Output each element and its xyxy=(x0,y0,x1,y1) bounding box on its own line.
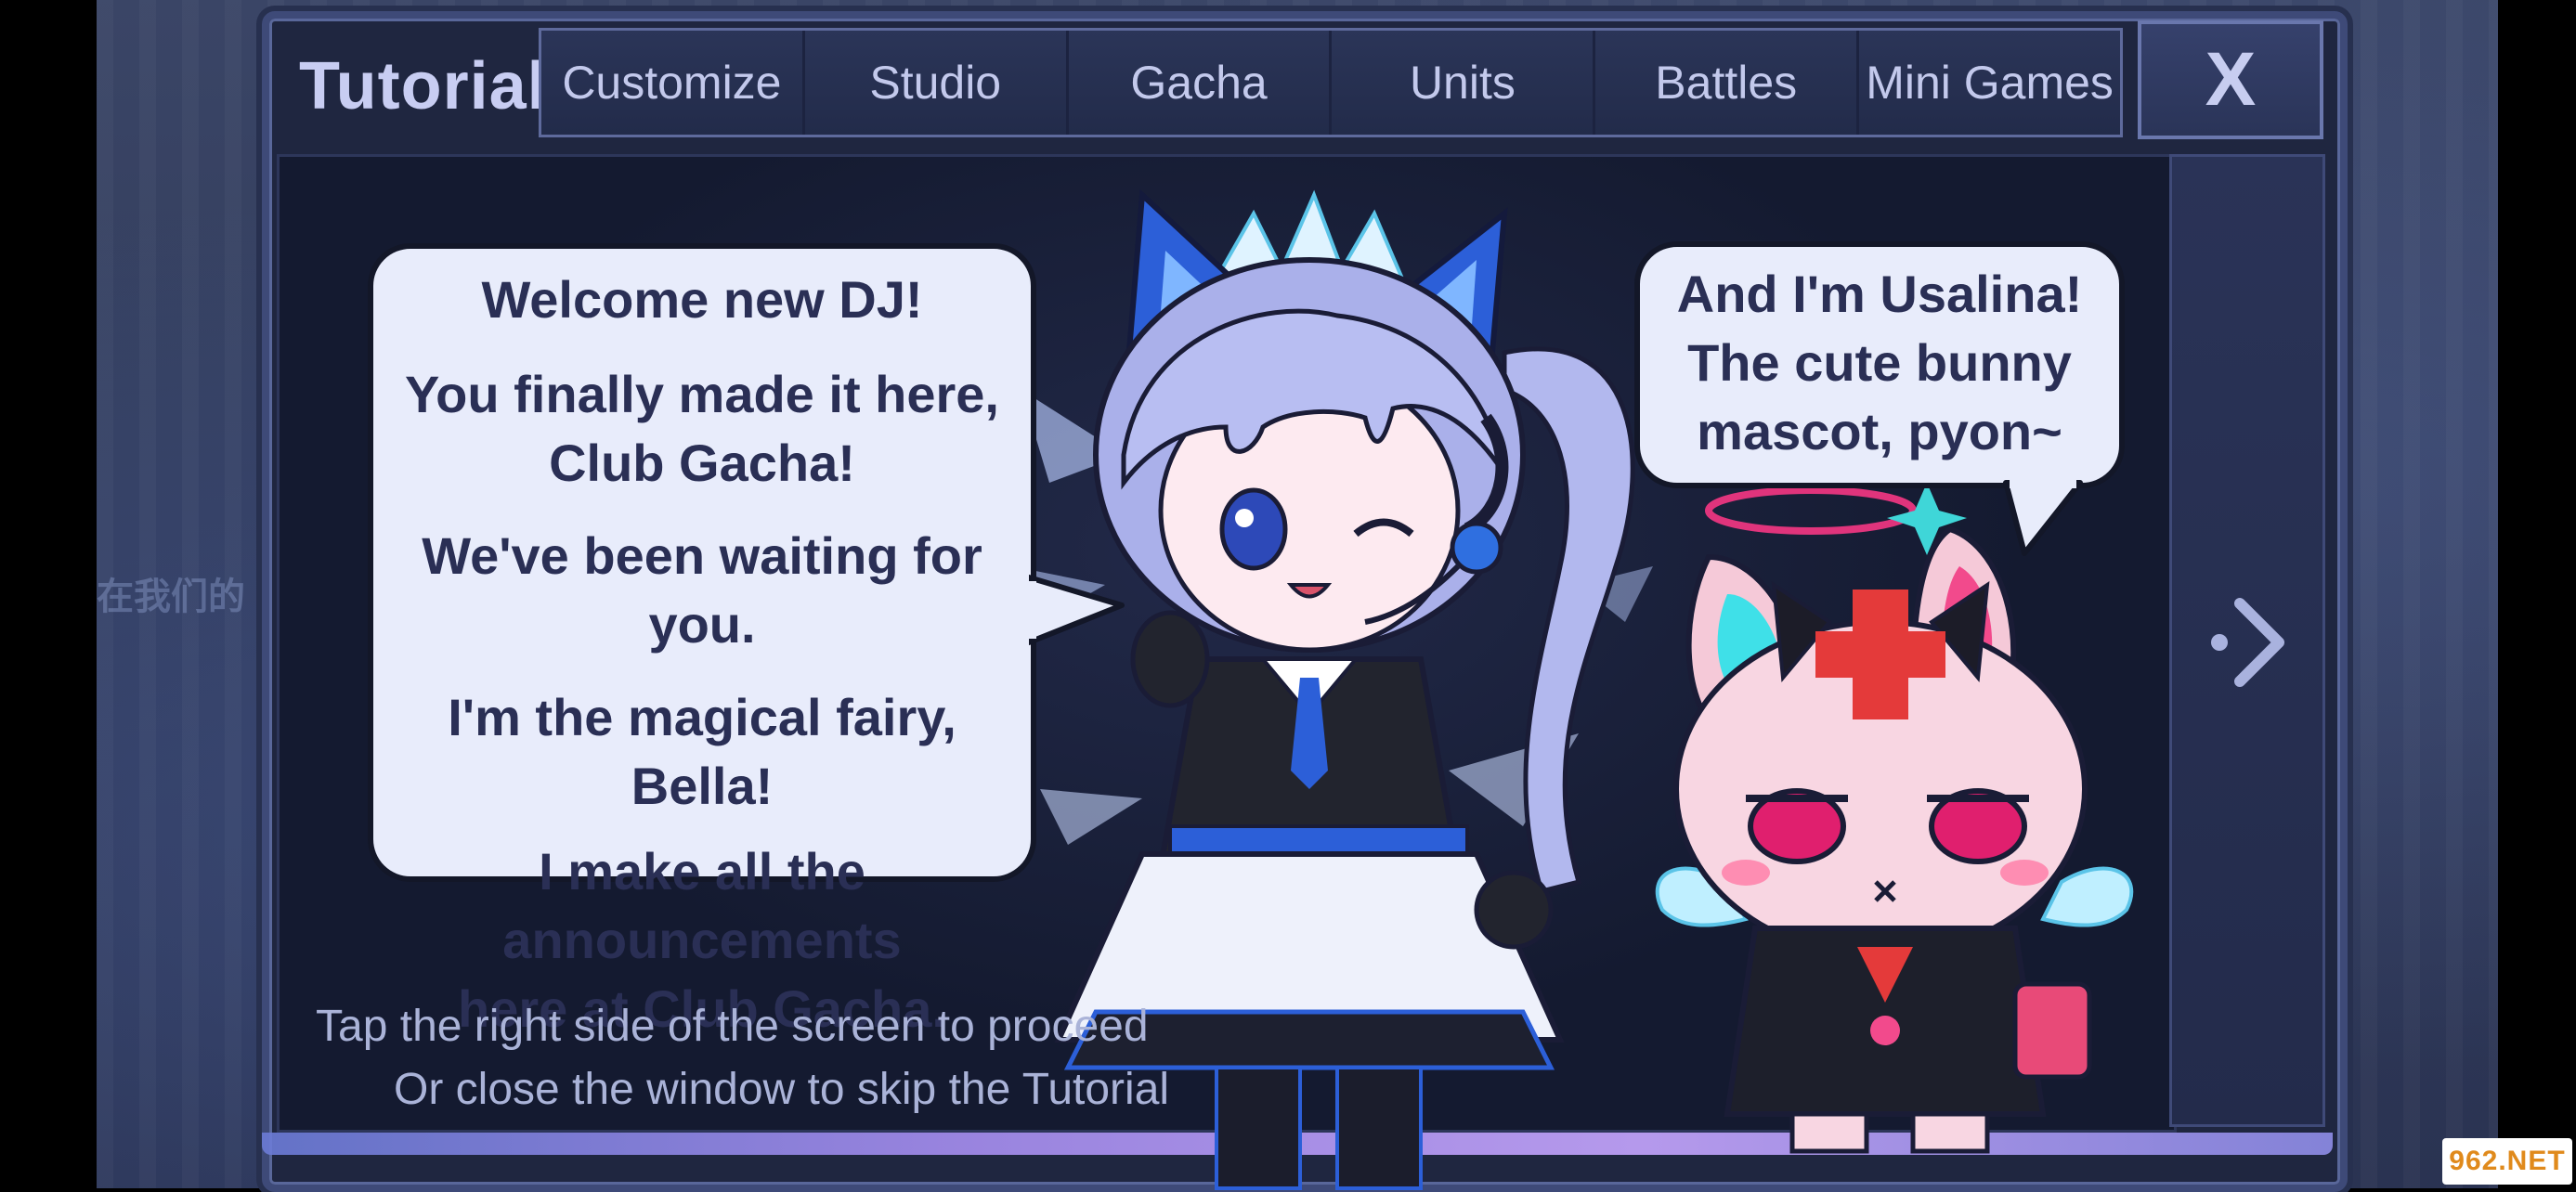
usalina-speech-bubble: And I'm Usalina! The cute bunny mascot, … xyxy=(1634,241,2125,488)
tab-units[interactable]: Units xyxy=(1332,31,1596,135)
skip-hint: Or close the window to skip the Tutorial xyxy=(394,1065,1170,1114)
bella-line: I make all the announcements xyxy=(502,842,902,969)
tab-studio[interactable]: Studio xyxy=(804,31,1069,135)
tab-mini-games[interactable]: Mini Games xyxy=(1859,31,2120,135)
proceed-hint: Tap the right side of the screen to proc… xyxy=(316,1002,1149,1051)
usalina-line: And I'm Usalina! xyxy=(1676,265,2083,323)
tab-bar: Customize Studio Gacha Units Battles Min… xyxy=(539,28,2123,137)
close-button[interactable]: X xyxy=(2138,20,2323,139)
bella-speech-bubble: Welcome new DJ! You finally made it here… xyxy=(368,243,1036,1038)
watermark-logo: 962.NET xyxy=(2442,1138,2572,1185)
usalina-line: mascot, pyon~ xyxy=(1697,402,2062,460)
bella-line: I'm the magical fairy, Bella! xyxy=(448,688,956,815)
game-screen: 在我们的 Tutorial Customize Studio Gacha Uni… xyxy=(0,0,2576,1192)
chevron-right-icon[interactable] xyxy=(2201,587,2294,698)
background-sign: 在我们的 xyxy=(97,576,245,618)
tab-gacha[interactable]: Gacha xyxy=(1068,31,1333,135)
close-icon: X xyxy=(2205,37,2257,122)
tab-customize[interactable]: Customize xyxy=(541,31,805,135)
usalina-bubble-tail xyxy=(2003,479,2083,556)
window-title: Tutorial xyxy=(299,49,547,123)
bella-bubble-tail xyxy=(1029,575,1125,645)
bella-line: Welcome new DJ! xyxy=(481,270,923,329)
tab-battles[interactable]: Battles xyxy=(1595,31,1860,135)
bella-line: Club Gacha! xyxy=(549,434,855,492)
tutorial-header: Tutorial Customize Studio Gacha Units Ba… xyxy=(271,20,2323,147)
usalina-character xyxy=(1655,483,2134,1154)
usalina-line: The cute bunny xyxy=(1687,333,2072,392)
bella-line: We've been waiting for you. xyxy=(422,526,982,654)
bella-line: You finally made it here, xyxy=(404,365,999,423)
